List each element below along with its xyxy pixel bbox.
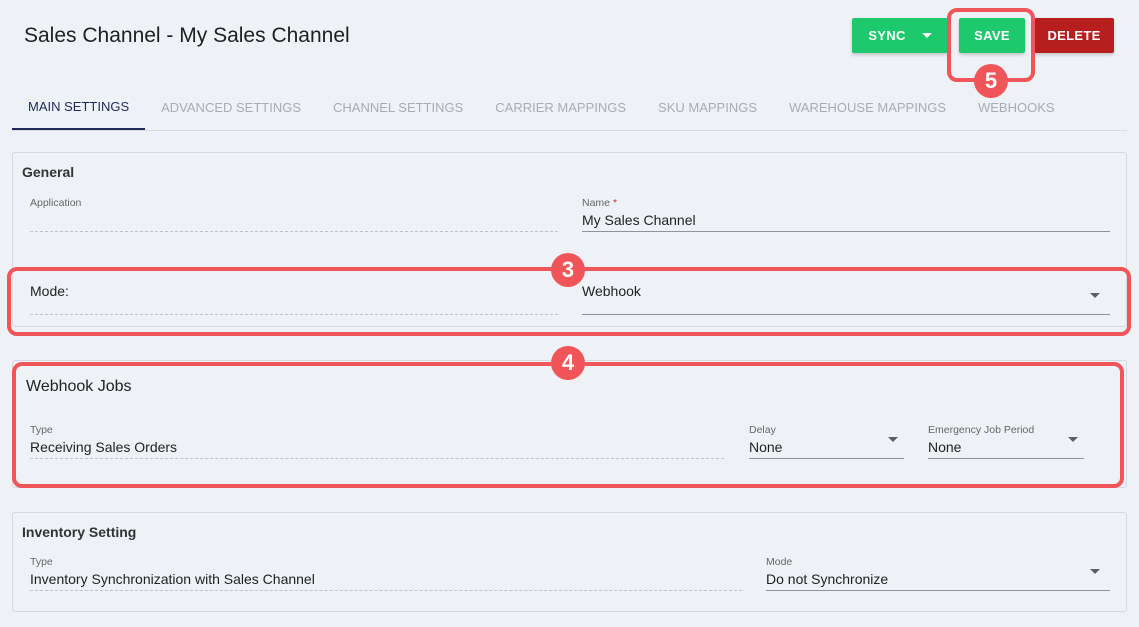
webhook-jobs-title: Webhook Jobs (26, 378, 132, 395)
tab-bar: MAIN SETTINGS ADVANCED SETTINGS CHANNEL … (12, 84, 1127, 131)
inventory-mode-label: Mode (766, 556, 793, 568)
tab-sku-mappings[interactable]: SKU MAPPINGS (642, 84, 773, 130)
emergency-job-period-select[interactable]: Emergency Job Period None (928, 424, 1084, 459)
webhook-type-underline (30, 458, 724, 459)
sync-button[interactable]: SYNC (852, 18, 948, 53)
dropdown-arrow-icon (888, 437, 898, 442)
mode-select[interactable]: Webhook (582, 281, 1110, 315)
delay-select[interactable]: Delay None (749, 424, 904, 459)
tab-advanced-settings[interactable]: ADVANCED SETTINGS (145, 84, 317, 130)
application-label: Application (30, 197, 82, 209)
application-value (30, 210, 558, 230)
mode-value: Webhook (582, 283, 641, 299)
mode-underline (582, 314, 1110, 315)
delay-value: None (749, 439, 783, 455)
step-4-badge: 4 (551, 346, 585, 380)
general-card: General Application Name * My Sales Chan… (12, 152, 1127, 327)
tab-carrier-mappings[interactable]: CARRIER MAPPINGS (479, 84, 642, 130)
name-underline (582, 231, 1110, 232)
step-5-badge: 5 (974, 64, 1008, 98)
required-asterisk: * (612, 197, 618, 209)
inventory-mode-underline (766, 590, 1110, 591)
webhook-type-label: Type (30, 424, 53, 436)
inventory-type-label: Type (30, 556, 53, 568)
dropdown-arrow-icon (1068, 437, 1078, 442)
inventory-type-field[interactable]: Type Inventory Synchronization with Sale… (30, 556, 742, 591)
save-button[interactable]: SAVE (959, 18, 1025, 53)
mode-label: Mode: (30, 283, 69, 299)
inventory-mode-select[interactable]: Mode Do not Synchronize (766, 556, 1110, 591)
webhook-type-value: Receiving Sales Orders (30, 439, 178, 455)
delay-underline (749, 458, 904, 459)
webhook-type-field[interactable]: Type Receiving Sales Orders (30, 424, 724, 459)
emergency-job-period-underline (928, 458, 1084, 459)
page-title: Sales Channel - My Sales Channel (24, 24, 350, 47)
tab-main-settings[interactable]: MAIN SETTINGS (12, 84, 146, 130)
application-field[interactable]: Application (30, 197, 558, 232)
inventory-type-underline (30, 590, 742, 591)
emergency-job-period-label: Emergency Job Period (928, 424, 1035, 436)
caret-down-icon (921, 33, 932, 38)
mode-label-underline (30, 314, 558, 315)
name-value: My Sales Channel (582, 212, 696, 228)
inventory-setting-title: Inventory Setting (22, 524, 137, 540)
general-title: General (22, 164, 75, 180)
delete-button[interactable]: DELETE (1034, 18, 1114, 53)
dropdown-arrow-icon (1090, 293, 1100, 298)
inventory-type-value: Inventory Synchronization with Sales Cha… (30, 571, 315, 587)
emergency-job-period-value: None (928, 439, 962, 455)
step-3-badge: 3 (551, 253, 585, 287)
name-label: Name (582, 197, 611, 209)
application-underline (30, 231, 558, 232)
mode-label-field: Mode: (30, 281, 558, 315)
dropdown-arrow-icon (1090, 569, 1100, 574)
sync-button-label: SYNC (868, 28, 906, 43)
tab-warehouse-mappings[interactable]: WAREHOUSE MAPPINGS (773, 84, 962, 130)
inventory-mode-value: Do not Synchronize (766, 571, 889, 587)
delay-label: Delay (749, 424, 776, 436)
name-field[interactable]: Name * My Sales Channel (582, 197, 1110, 232)
tab-channel-settings[interactable]: CHANNEL SETTINGS (317, 84, 479, 130)
inventory-setting-card: Inventory Setting Type Inventory Synchro… (12, 512, 1127, 612)
